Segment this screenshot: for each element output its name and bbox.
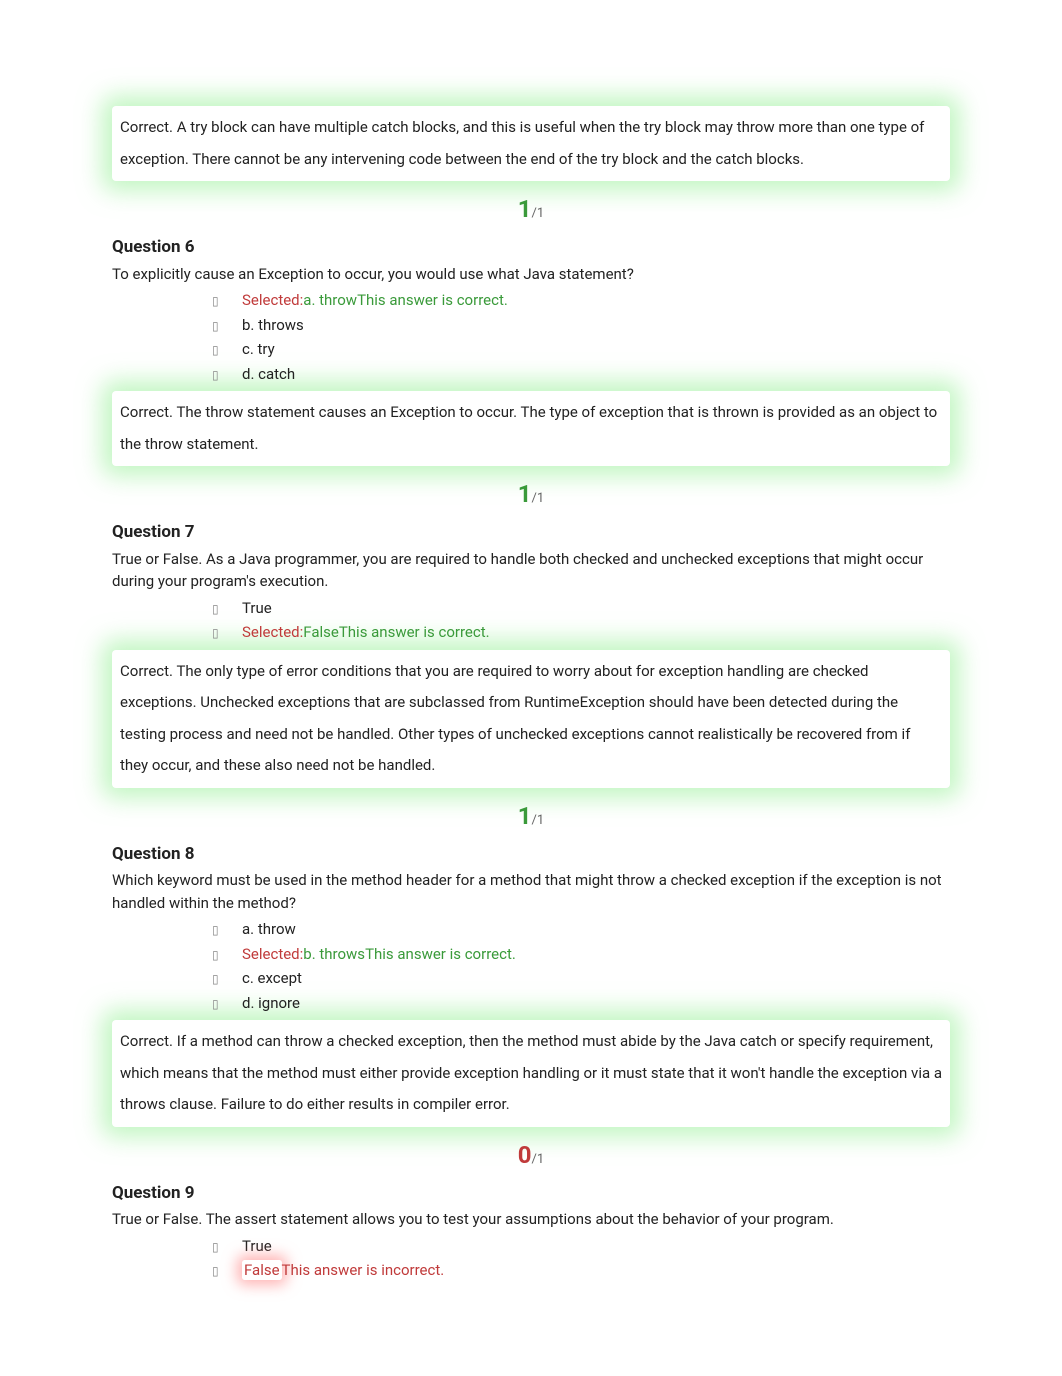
answer-text: a. throw [303, 291, 357, 309]
q7-score-earned: 1 [518, 802, 532, 830]
q7-answers: ▯ True ▯ Selected:FalseThis answer is co… [112, 597, 950, 644]
q8-score-earned: 0 [518, 1141, 532, 1169]
q5-feedback-text: Correct. A try block can have multiple c… [120, 118, 924, 168]
selected-label: Selected: [242, 623, 303, 641]
q8-feedback: Correct. If a method can throw a checked… [112, 1020, 950, 1127]
bullet-icon: ▯ [212, 341, 242, 359]
q6-score-max: /1 [532, 491, 545, 506]
q8-prompt: Which keyword must be used in the method… [112, 869, 950, 914]
q9-prompt: True or False. The assert statement allo… [112, 1208, 950, 1231]
q8-feedback-text: Correct. If a method can throw a checked… [120, 1032, 942, 1113]
q5-score: 1/1 [112, 191, 950, 227]
answer-text: False [244, 1261, 280, 1279]
q6-answer-c: ▯ c. try [112, 338, 950, 361]
q6-score: 1/1 [112, 476, 950, 512]
answer-text: True [242, 597, 272, 620]
q8-answer-a: ▯ a. throw [112, 918, 950, 941]
bullet-icon: ▯ [212, 970, 242, 988]
bullet-icon: ▯ [212, 1238, 242, 1256]
bullet-icon: ▯ [212, 624, 242, 642]
q9-answer-a: ▯ True [112, 1235, 950, 1258]
q5-score-max: /1 [532, 206, 545, 221]
quiz-page: Correct. A try block can have multiple c… [0, 0, 1062, 1376]
answer-text: c. try [242, 338, 275, 361]
q6-answers: ▯ Selected:a. throwThis answer is correc… [112, 289, 950, 385]
q9-title: Question 9 [112, 1181, 950, 1207]
selected-label: Selected: [242, 291, 303, 309]
q6-answer-a: ▯ Selected:a. throwThis answer is correc… [112, 289, 950, 312]
answer-text: False [303, 623, 339, 641]
q6-answer-b: ▯ b. throws [112, 314, 950, 337]
bullet-icon: ▯ [212, 921, 242, 939]
q9-answer-b: ▯ FalseThis answer is incorrect. [112, 1259, 950, 1282]
bullet-icon: ▯ [212, 600, 242, 618]
q8-answer-c: ▯ c. except [112, 967, 950, 990]
q8-score: 0/1 [112, 1137, 950, 1173]
bullet-icon: ▯ [212, 366, 242, 384]
answer-text: d. catch [242, 363, 295, 386]
answer-text: c. except [242, 967, 302, 990]
answer-note: This answer is correct. [339, 623, 490, 641]
bullet-icon: ▯ [212, 1262, 242, 1280]
answer-text: b. throws [303, 945, 365, 963]
q7-answer-a: ▯ True [112, 597, 950, 620]
q8-score-max: /1 [532, 1152, 545, 1167]
answer-note: This answer is correct. [357, 291, 508, 309]
q7-feedback: Correct. The only type of error conditio… [112, 650, 950, 788]
q6-feedback-text: Correct. The throw statement causes an E… [120, 403, 937, 453]
q6-feedback: Correct. The throw statement causes an E… [112, 391, 950, 466]
q6-title: Question 6 [112, 235, 950, 261]
q5-feedback: Correct. A try block can have multiple c… [112, 106, 950, 181]
q5-score-earned: 1 [518, 195, 532, 223]
bullet-icon: ▯ [212, 317, 242, 335]
q6-score-earned: 1 [518, 480, 532, 508]
answer-text: a. throw [242, 918, 296, 941]
q6-prompt: To explicitly cause an Exception to occu… [112, 263, 950, 286]
answer-text: True [242, 1235, 272, 1258]
q8-title: Question 8 [112, 842, 950, 868]
bullet-icon: ▯ [212, 946, 242, 964]
answer-note: This answer is incorrect. [282, 1261, 445, 1279]
q8-answer-b: ▯ Selected:b. throwsThis answer is corre… [112, 943, 950, 966]
answer-text: b. throws [242, 314, 304, 337]
q9-answers: ▯ True ▯ FalseThis answer is incorrect. [112, 1235, 950, 1282]
answer-note: This answer is correct. [365, 945, 516, 963]
q7-feedback-text: Correct. The only type of error conditio… [120, 662, 910, 775]
selected-label: Selected: [242, 945, 303, 963]
q8-answers: ▯ a. throw ▯ Selected:b. throwsThis answ… [112, 918, 950, 1014]
q7-score-max: /1 [532, 813, 545, 828]
bullet-icon: ▯ [212, 292, 242, 310]
q8-answer-d: ▯ d. ignore [112, 992, 950, 1015]
answer-text: d. ignore [242, 992, 300, 1015]
q7-title: Question 7 [112, 520, 950, 546]
q6-answer-d: ▯ d. catch [112, 363, 950, 386]
q7-answer-b: ▯ Selected:FalseThis answer is correct. [112, 621, 950, 644]
q7-score: 1/1 [112, 798, 950, 834]
q7-prompt: True or False. As a Java programmer, you… [112, 548, 950, 593]
bullet-icon: ▯ [212, 995, 242, 1013]
